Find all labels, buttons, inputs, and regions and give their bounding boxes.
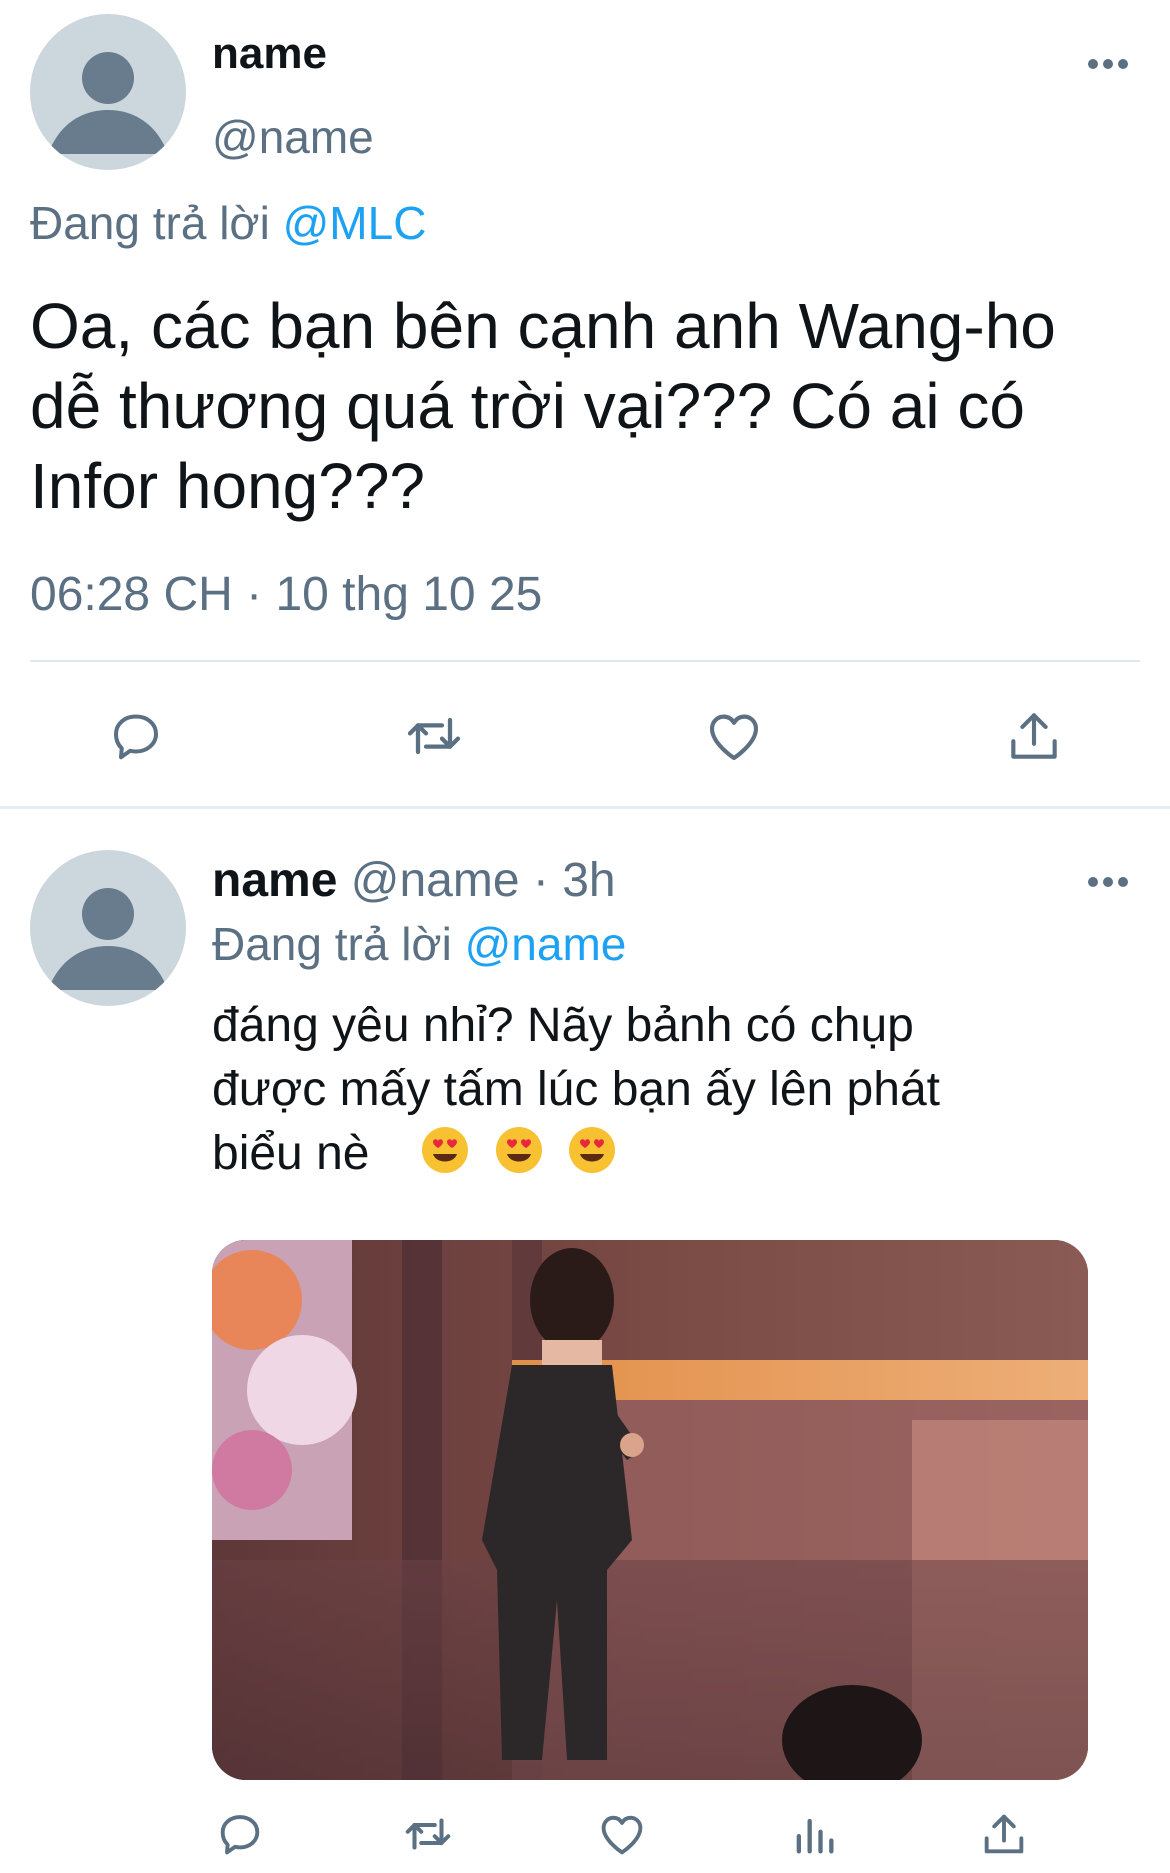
tweet-text-line: đáng yêu nhỉ? Nãy bảnh có chụp xyxy=(212,999,914,1052)
reply-tweet-more-button[interactable] xyxy=(1078,862,1138,902)
divider xyxy=(30,660,1140,662)
reply-tweet-replying-line: Đang trả lời @name xyxy=(212,915,626,973)
analytics-icon xyxy=(796,1818,834,1854)
main-tweet-more-button[interactable] xyxy=(1078,44,1138,84)
replying-to-link[interactable]: @MLC xyxy=(283,197,427,249)
default-avatar-icon xyxy=(48,52,168,154)
tweet-text-line: Infor hong??? xyxy=(30,450,425,522)
main-tweet-handle[interactable]: @name xyxy=(212,110,374,164)
tweet-text-line: biểu nè xyxy=(212,1122,940,1192)
tweet-text-line: Oa, các bạn bên cạnh anh Wang-ho xyxy=(30,290,1056,362)
share-icon xyxy=(984,1814,1024,1854)
share-button[interactable] xyxy=(974,1804,1034,1864)
retweet-button[interactable] xyxy=(398,1804,458,1864)
default-avatar-icon xyxy=(48,888,168,990)
reply-tweet-time[interactable]: · 3h xyxy=(533,854,616,907)
reply-tweet-header: name @name · 3h xyxy=(212,852,616,910)
heart-eyes-emoji-icon xyxy=(567,1125,617,1192)
retweet-icon xyxy=(405,1818,451,1850)
retweet-icon xyxy=(407,717,461,755)
analytics-button[interactable] xyxy=(784,1804,844,1864)
reply-button[interactable] xyxy=(210,1804,270,1864)
tweet-media-photo[interactable] xyxy=(212,1240,1088,1780)
replying-prefix: Đang trả lời xyxy=(30,197,270,249)
replying-to-link[interactable]: @name xyxy=(465,918,627,970)
heart-icon xyxy=(709,714,759,761)
reply-button[interactable] xyxy=(100,700,172,772)
reply-tweet-avatar[interactable] xyxy=(30,850,186,1006)
main-tweet-timestamp[interactable]: 06:28 CH · 10 thg 10 25 xyxy=(30,566,542,624)
share-button[interactable] xyxy=(998,700,1070,772)
more-icon xyxy=(1088,877,1128,887)
main-tweet-text: Oa, các bạn bên cạnh anh Wang-ho dễ thươ… xyxy=(30,286,1056,526)
main-tweet-display-name[interactable]: name xyxy=(212,28,327,80)
tweet-text-line: được mấy tấm lúc bạn ấy lên phát xyxy=(212,1063,940,1116)
share-icon xyxy=(1011,713,1057,759)
main-tweet-replying-line: Đang trả lời @MLC xyxy=(30,196,426,250)
reply-tweet-handle[interactable]: @name xyxy=(351,854,520,907)
heart-eyes-emoji-icon xyxy=(420,1125,470,1192)
photo-image xyxy=(212,1240,1088,1780)
tweet-text-line: dễ thương quá trời vại??? Có ai có xyxy=(30,370,1025,442)
like-button[interactable] xyxy=(698,700,770,772)
reply-icon xyxy=(114,714,158,760)
heart-icon xyxy=(601,1815,643,1855)
reply-tweet-text: đáng yêu nhỉ? Nãy bảnh có chụp được mấy … xyxy=(212,994,940,1192)
heart-eyes-emoji-icon xyxy=(494,1125,544,1192)
retweet-button[interactable] xyxy=(398,700,470,772)
section-divider xyxy=(0,806,1170,809)
tweet-text-line-content: biểu nè xyxy=(212,1127,370,1180)
like-button[interactable] xyxy=(592,1804,652,1864)
reply-icon xyxy=(220,1815,260,1855)
reply-tweet-display-name[interactable]: name xyxy=(212,854,337,907)
main-tweet-avatar[interactable] xyxy=(30,14,186,170)
more-icon xyxy=(1088,59,1128,69)
replying-prefix: Đang trả lời xyxy=(212,918,452,970)
